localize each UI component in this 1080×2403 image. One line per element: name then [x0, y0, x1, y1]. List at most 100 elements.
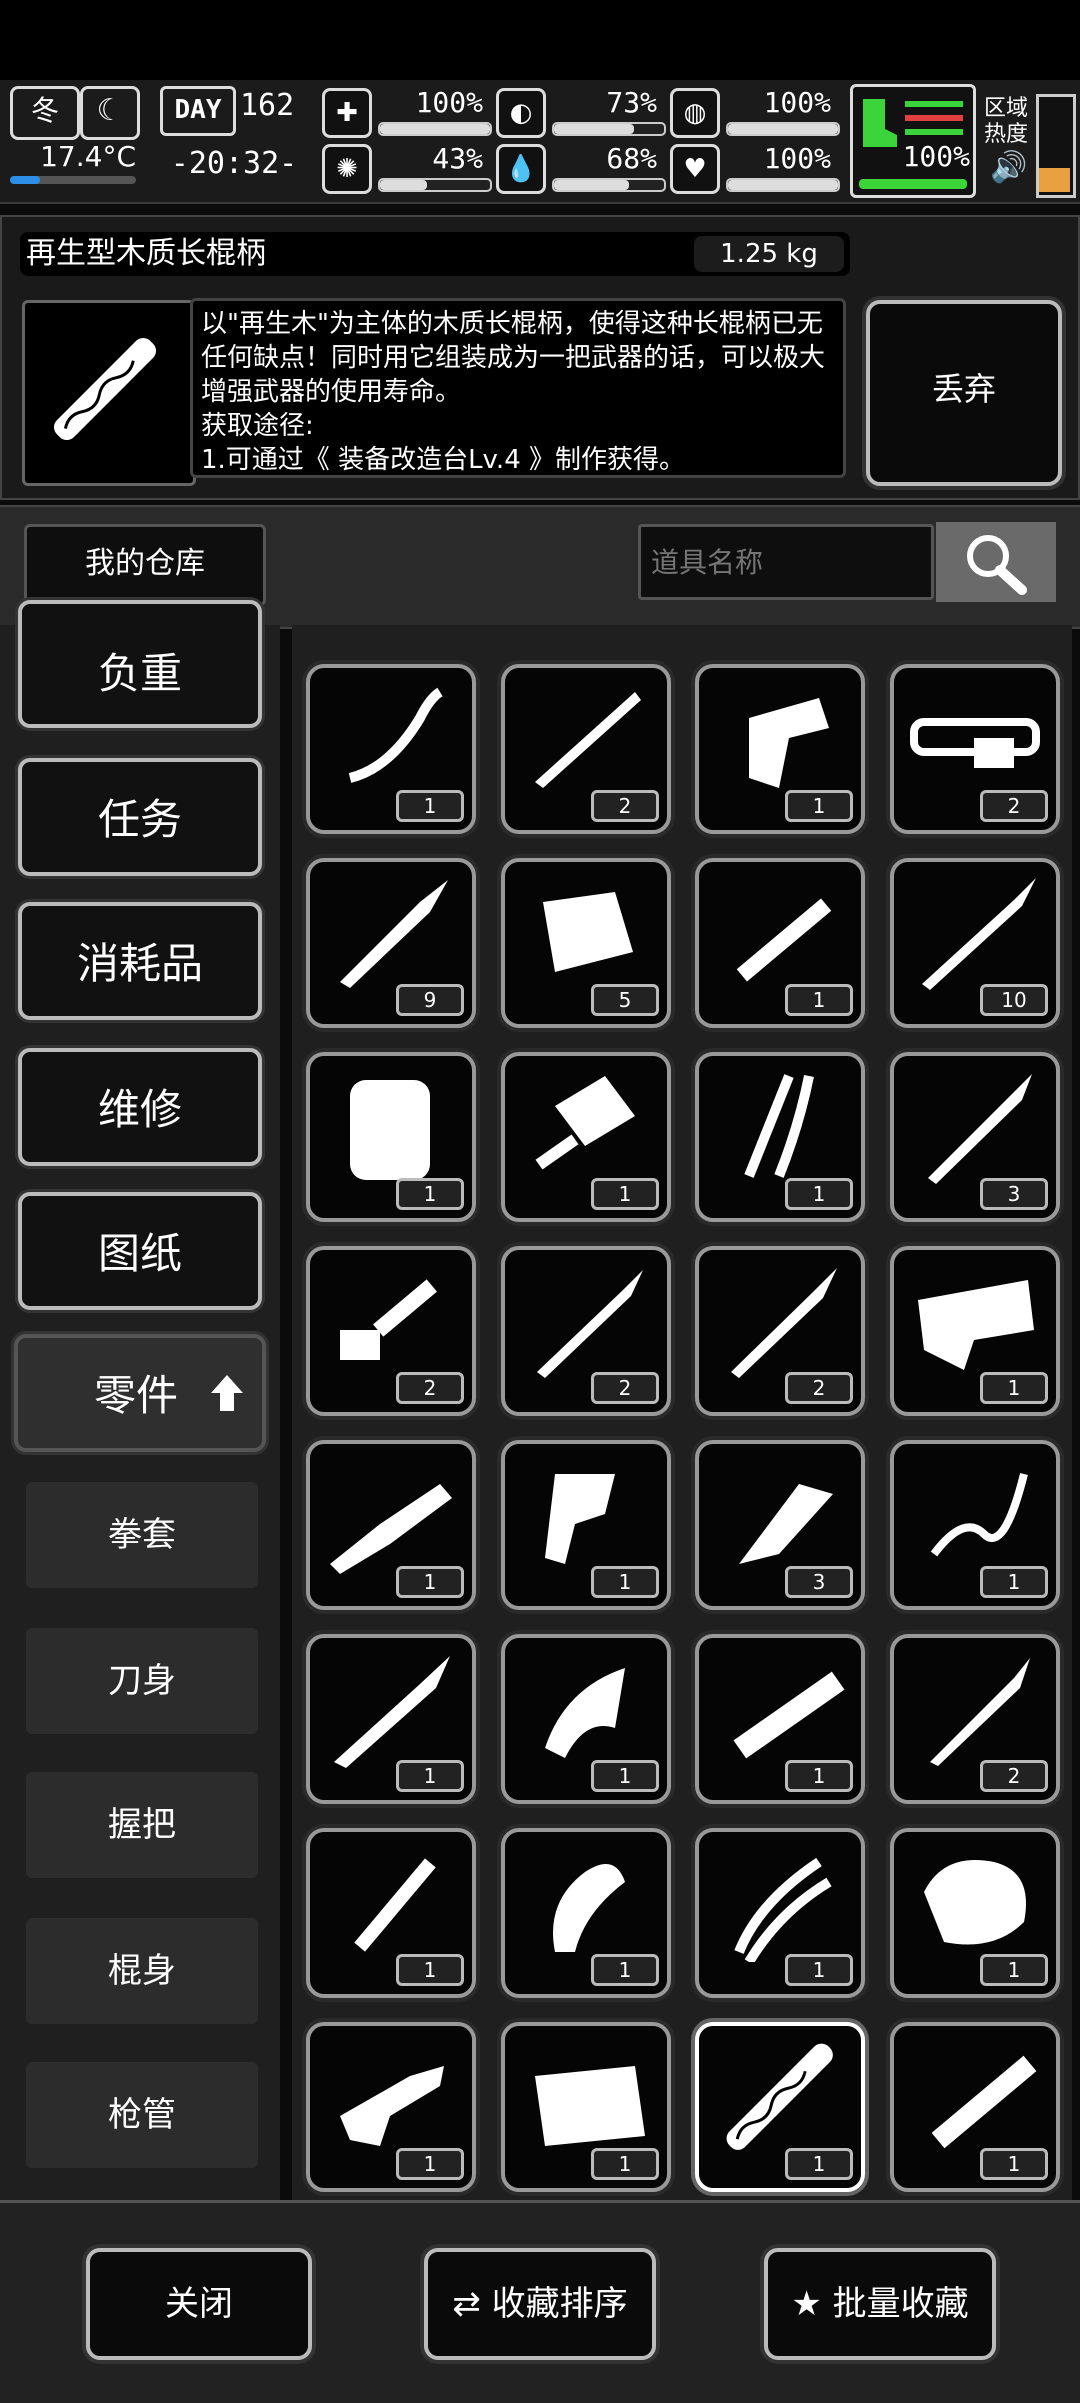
inventory-slot[interactable]: 1 — [501, 1634, 671, 1804]
stat-bar-fill — [554, 124, 635, 134]
item-quantity: 1 — [785, 2148, 853, 2180]
item-quantity: 1 — [980, 2148, 1048, 2180]
inventory-slot[interactable]: 10 — [890, 858, 1060, 1028]
water-drop-icon: 💧 — [496, 144, 546, 194]
claw-glove-icon — [744, 1074, 814, 1178]
inventory-slot[interactable]: 2 — [306, 1246, 476, 1416]
item-quantity: 1 — [980, 1372, 1048, 1404]
pistol-frame-icon — [340, 2066, 444, 2146]
category-1[interactable]: 负重 — [18, 600, 262, 728]
my-warehouse-button[interactable]: 我的仓库 — [24, 524, 266, 606]
item-quantity: 1 — [396, 1178, 464, 1210]
inventory-slot[interactable]: 1 — [306, 1052, 476, 1222]
inventory-slot[interactable]: 5 — [501, 858, 671, 1028]
inventory-slot[interactable]: 1 — [501, 1440, 671, 1610]
stamina-value: 100% — [902, 140, 970, 173]
inventory-slot[interactable]: 1 — [695, 1634, 865, 1804]
speaker-icon[interactable]: 🔊 — [990, 150, 1027, 185]
item-quantity: 5 — [591, 984, 659, 1016]
subcategory-5[interactable]: 枪管 — [26, 2062, 258, 2168]
category-3[interactable]: 消耗品 — [18, 902, 262, 1020]
item-search-input[interactable] — [638, 524, 934, 600]
search-icon — [967, 535, 1027, 595]
stat-bar-fill — [380, 124, 490, 134]
subcategory-2[interactable]: 刀身 — [26, 1628, 258, 1734]
wood-grip-icon — [553, 1864, 625, 1952]
inventory-slot[interactable]: 1 — [890, 1246, 1060, 1416]
item-quantity: 1 — [591, 1566, 659, 1598]
item-description: 以"再生木"为主体的木质长棍柄，使得这种长棍柄已无任何缺点！同时用它组装成为一把… — [190, 298, 846, 478]
search-button[interactable] — [936, 522, 1056, 602]
inventory-slot[interactable]: 1 — [890, 1440, 1060, 1610]
item-quantity: 1 — [785, 1178, 853, 1210]
inventory-slot[interactable]: 2 — [890, 1634, 1060, 1804]
item-thumbnail — [22, 300, 196, 486]
inventory-slot[interactable]: 3 — [890, 1052, 1060, 1222]
stomach-icon: ◐ — [496, 88, 546, 138]
category-5[interactable]: 图纸 — [18, 1192, 262, 1310]
batch-favorite-button[interactable]: ★ 批量收藏 — [764, 2248, 996, 2360]
category-2[interactable]: 任务 — [18, 758, 262, 876]
inventory-slot[interactable]: 1 — [306, 664, 476, 834]
inventory-slot[interactable]: 2 — [695, 1246, 865, 1416]
item-quantity: 3 — [785, 1566, 853, 1598]
metal-pipe-icon — [931, 2055, 1037, 2149]
virus-icon: ✺ — [322, 144, 372, 194]
inventory-slot[interactable]: 1 — [501, 1052, 671, 1222]
discard-button[interactable]: 丢弃 — [866, 300, 1062, 486]
inventory-slot[interactable]: 1 — [890, 2022, 1060, 2192]
spear-head-icon — [922, 878, 1036, 990]
inventory-slot[interactable]: 1 — [306, 1634, 476, 1804]
knife-blade-icon — [928, 1074, 1032, 1184]
gun-grip-icon — [545, 1474, 615, 1564]
belt-icon — [910, 718, 1040, 768]
subcategory-3[interactable]: 握把 — [26, 1772, 258, 1878]
item-quantity: 2 — [396, 1372, 464, 1404]
stat-bar-fill — [728, 180, 838, 190]
inventory-slot[interactable]: 2 — [890, 664, 1060, 834]
stat-bar — [378, 178, 492, 192]
stat-bar — [726, 122, 840, 136]
inventory-slot[interactable]: 1 — [695, 858, 865, 1028]
item-quantity: 1 — [396, 1760, 464, 1792]
close-button[interactable]: 关闭 — [86, 2248, 312, 2360]
inventory-slot[interactable]: 1 — [306, 2022, 476, 2192]
subcategory-4[interactable]: 棍身 — [26, 1918, 258, 2024]
inventory-slot[interactable]: 1 — [695, 664, 865, 834]
inventory-slot[interactable]: 1 — [501, 1828, 671, 1998]
item-quantity: 1 — [980, 1954, 1048, 1986]
batch-favorite-label: 批量收藏 — [832, 2284, 969, 2324]
inventory-slot[interactable]: 1 — [695, 1052, 865, 1222]
sort-favorites-button[interactable]: ⇄ 收藏排序 — [424, 2248, 656, 2360]
pistol-grip-icon — [749, 698, 829, 788]
heart-icon: ♥ — [670, 144, 720, 194]
inventory-slot[interactable]: 2 — [501, 664, 671, 834]
inventory-slot[interactable]: 9 — [306, 858, 476, 1028]
short-barrel-icon — [340, 1279, 437, 1360]
item-quantity: 1 — [785, 984, 853, 1016]
moon-icon: ☾ — [80, 86, 140, 140]
item-quantity: 1 — [785, 1760, 853, 1792]
subcategory-1[interactable]: 拳套 — [26, 1482, 258, 1588]
stat-value: 73% — [606, 86, 657, 119]
inventory-slot[interactable]: 1 — [306, 1828, 476, 1998]
chain-part-icon — [930, 1473, 1028, 1557]
item-quantity: 1 — [591, 2148, 659, 2180]
day-counter: 162 — [240, 88, 295, 123]
patched-armor-icon — [535, 2066, 645, 2146]
inventory-slot[interactable]: 1 — [695, 2022, 865, 2192]
collapse-arrow-icon — [210, 1373, 244, 1413]
inventory-slot[interactable]: 3 — [695, 1440, 865, 1610]
item-quantity: 1 — [785, 1954, 853, 1986]
item-quantity: 2 — [980, 1760, 1048, 1792]
category-4[interactable]: 维修 — [18, 1048, 262, 1166]
inventory-slot[interactable]: 1 — [306, 1440, 476, 1610]
item-quantity: 2 — [591, 790, 659, 822]
inventory-slot[interactable]: 1 — [890, 1828, 1060, 1998]
star-icon: ★ — [791, 2284, 822, 2324]
inventory-slot[interactable]: 1 — [501, 2022, 671, 2192]
shield-icon: ◍ — [670, 88, 720, 138]
inventory-slot[interactable]: 1 — [695, 1828, 865, 1998]
inventory-slot[interactable]: 2 — [501, 1246, 671, 1416]
stat-bar-fill — [380, 180, 428, 190]
